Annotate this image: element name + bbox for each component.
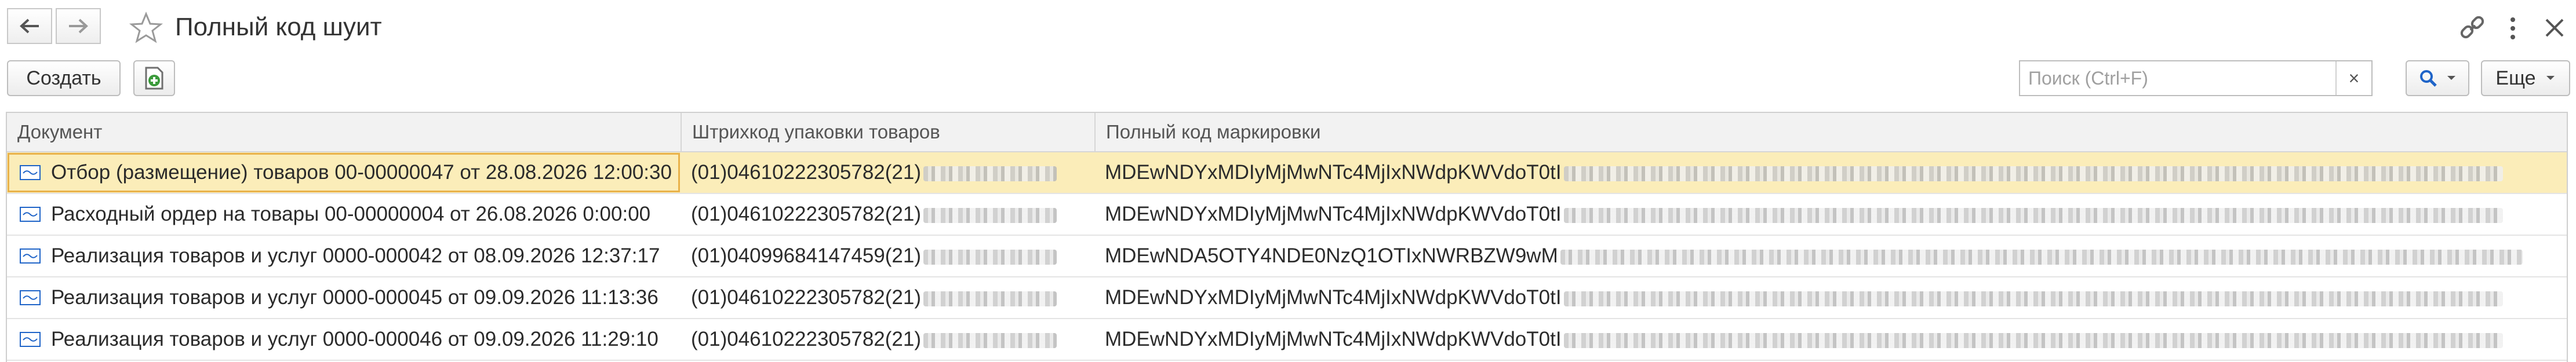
row-document-cell[interactable]: Реализация товаров и услуг 0000-000046 о…	[7, 319, 681, 360]
row-barcode-text: (01)04610222305782(21)	[691, 286, 921, 309]
row-barcode-cell[interactable]: (01)04099684147459(21)	[681, 236, 1094, 276]
row-marking-code-text: MDEwNDYxMDIyMjMwNTc4MjIxNWdpKWVdoT0tI	[1105, 203, 1562, 225]
row-document-cell[interactable]: Расходный ордер на товары 00-00000004 от…	[7, 194, 681, 235]
row-barcode-text: (01)04610222305782(21)	[691, 328, 921, 350]
row-document-cell[interactable]: Реализация товаров и услуг 0000-000045 о…	[7, 277, 681, 318]
row-barcode-cell[interactable]: (01)04610222305782(21)	[681, 319, 1094, 360]
more-button-label: Еще	[2495, 67, 2536, 89]
redacted-value	[923, 249, 1057, 265]
link-icon	[2460, 16, 2484, 39]
search-field[interactable]: ×	[2019, 60, 2373, 96]
redacted-value	[1563, 291, 2503, 306]
row-barcode-text: (01)04610222305782(21)	[691, 161, 921, 184]
chevron-down-icon	[2447, 76, 2455, 80]
create-button[interactable]: Создать	[7, 60, 121, 96]
row-document-text: Реализация товаров и услуг 0000-000046 о…	[51, 328, 658, 350]
more-vertical-icon	[2510, 17, 2515, 39]
document-icon	[20, 332, 41, 347]
row-marking-code-cell[interactable]: MDEwNDYxMDIyMjMwNTc4MjIxNWdpKWVdoT0tI	[1094, 277, 2567, 318]
search-input[interactable]	[2020, 61, 2327, 95]
row-document-cell[interactable]: Реализация товаров и услуг 0000-000042 о…	[7, 236, 681, 276]
row-document-text: Реализация товаров и услуг 0000-000042 о…	[51, 244, 660, 267]
redacted-value	[1563, 332, 2503, 348]
redacted-value	[923, 207, 1057, 223]
table-row[interactable]: Реализация товаров и услуг 0000-000045 о…	[7, 277, 2567, 319]
row-marking-code-text: MDEwNDYxMDIyMjMwNTc4MjIxNWdpKWVdoT0tI	[1105, 161, 1562, 184]
forward-button[interactable]	[56, 8, 101, 44]
favorite-button[interactable]	[129, 10, 163, 45]
document-icon	[20, 290, 41, 305]
row-marking-code-cell[interactable]: MDEwNDYxMDIyMjMwNTc4MjIxNWdpKWVdoT0tI	[1094, 194, 2567, 235]
close-icon	[2545, 19, 2564, 37]
table-row[interactable]: Расходный ордер на товары 00-00000004 от…	[7, 194, 2567, 236]
row-document-text: Отбор (размещение) товаров 00-00000047 о…	[51, 161, 672, 184]
redacted-value	[923, 291, 1057, 306]
search-icon	[2420, 70, 2437, 87]
chevron-down-icon	[2546, 76, 2555, 80]
search-button[interactable]	[2406, 60, 2469, 96]
create-from-button[interactable]	[133, 60, 175, 96]
row-marking-code-text: MDEwNDYxMDIyMjMwNTc4MjIxNWdpKWVdoT0tI	[1105, 286, 1562, 309]
redacted-value	[1563, 166, 2503, 181]
row-document-text: Реализация товаров и услуг 0000-000045 о…	[51, 286, 658, 309]
table-header: Документ Штрихкод упаковки товаров Полны…	[7, 113, 2567, 152]
document-icon	[20, 248, 41, 264]
close-button[interactable]	[2542, 15, 2567, 41]
redacted-value	[1560, 249, 2523, 265]
row-marking-code-cell[interactable]: MDEwNDA5OTY4NDE0NzQ1OTIxNWRBZW9wM	[1094, 236, 2567, 276]
marking-codes-table: Документ Штрихкод упаковки товаров Полны…	[6, 112, 2568, 362]
redacted-value	[923, 332, 1057, 348]
back-button[interactable]	[7, 8, 52, 44]
table-row[interactable]: Реализация товаров и услуг 0000-000042 о…	[7, 236, 2567, 277]
redacted-value	[923, 166, 1057, 181]
row-barcode-text: (01)04099684147459(21)	[691, 244, 921, 267]
menu-button[interactable]	[2504, 14, 2522, 43]
row-barcode-cell[interactable]: (01)04610222305782(21)	[681, 152, 1094, 193]
create-button-label: Создать	[26, 67, 101, 89]
row-marking-code-cell[interactable]: MDEwNDYxMDIyMjMwNTc4MjIxNWdpKWVdoT0tI	[1094, 319, 2567, 360]
page-title: Полный код шуит	[175, 13, 382, 41]
row-barcode-cell[interactable]: (01)04610222305782(21)	[681, 277, 1094, 318]
add-document-icon	[145, 67, 163, 90]
row-barcode-text: (01)04610222305782(21)	[691, 203, 921, 225]
search-clear-symbol: ×	[2348, 67, 2360, 89]
star-icon	[129, 12, 163, 43]
row-document-text: Расходный ордер на товары 00-00000004 от…	[51, 203, 651, 225]
row-document-cell[interactable]: Отбор (размещение) товаров 00-00000047 о…	[7, 152, 681, 193]
column-header-marking-code[interactable]: Полный код маркировки	[1094, 113, 2567, 151]
arrow-right-icon	[69, 19, 88, 34]
row-barcode-cell[interactable]: (01)04610222305782(21)	[681, 194, 1094, 235]
link-button[interactable]	[2458, 14, 2487, 43]
table-row[interactable]: Отбор (размещение) товаров 00-00000047 о…	[7, 152, 2567, 194]
column-header-barcode[interactable]: Штрихкод упаковки товаров	[681, 113, 1094, 151]
document-icon	[20, 165, 41, 180]
column-header-document[interactable]: Документ	[7, 113, 681, 151]
row-marking-code-text: MDEwNDA5OTY4NDE0NzQ1OTIxNWRBZW9wM	[1105, 244, 1558, 267]
row-marking-code-cell[interactable]: MDEwNDYxMDIyMjMwNTc4MjIxNWdpKWVdoT0tI	[1094, 152, 2567, 193]
redacted-value	[1563, 207, 2503, 223]
document-icon	[20, 207, 41, 222]
row-marking-code-text: MDEwNDYxMDIyMjMwNTc4MjIxNWdpKWVdoT0tI	[1105, 328, 1562, 350]
search-clear-button[interactable]: ×	[2335, 61, 2371, 95]
table-row[interactable]: Реализация товаров и услуг 0000-000046 о…	[7, 319, 2567, 361]
more-button[interactable]: Еще	[2481, 60, 2570, 96]
arrow-left-icon	[20, 19, 39, 34]
